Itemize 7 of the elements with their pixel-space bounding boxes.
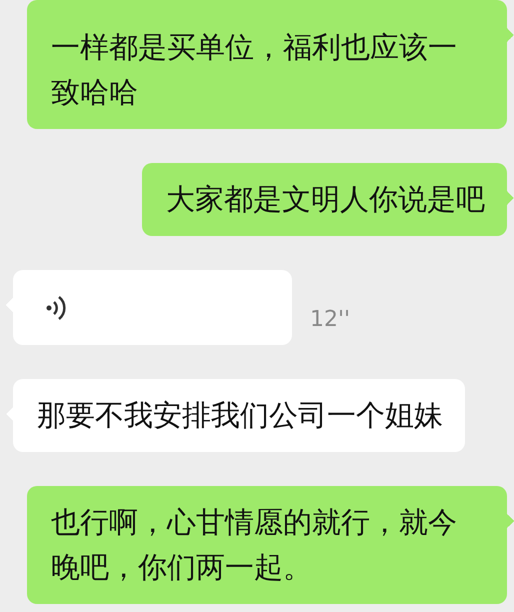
voice-duration: 12'' [310, 307, 350, 333]
message-bubble: 也行啊，心甘情愿的就行，就今晚吧，你们两一起。 [27, 486, 514, 604]
voice-bubble[interactable] [6, 270, 292, 345]
message-bubble: 大家都是文明人你说是吧 [142, 163, 514, 236]
message-bubble: 一样都是买单位，福利也应该一致哈哈 [27, 0, 514, 129]
sound-wave-icon [45, 294, 67, 322]
message-bubble: 那要不我安排我们公司一个姐妹 [6, 379, 465, 452]
